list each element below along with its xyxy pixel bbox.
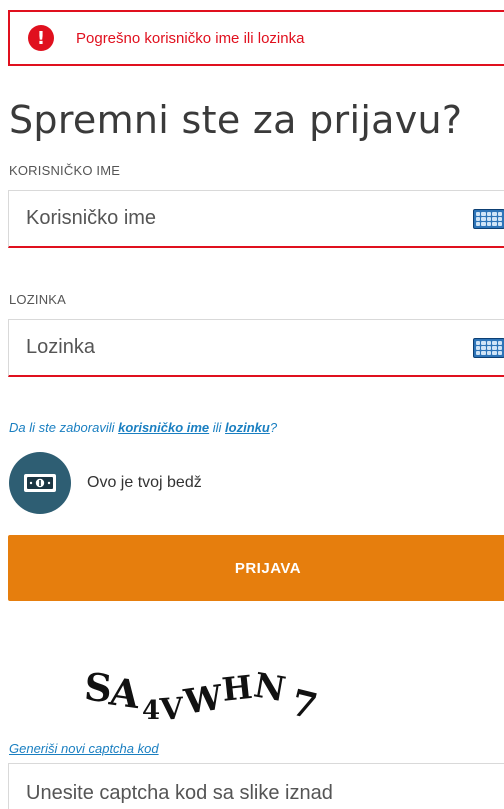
page-title: Spremni ste za prijavu?: [9, 98, 463, 142]
forgot-username-link[interactable]: korisničko ime: [118, 420, 209, 435]
exclamation-icon: !: [28, 25, 54, 51]
forgot-password-link[interactable]: lozinku: [225, 420, 270, 435]
password-label: LOZINKA: [9, 292, 67, 307]
svg-text:H: H: [220, 668, 254, 709]
username-input[interactable]: [26, 207, 446, 230]
error-alert: ! Pogrešno korisničko ime ili lozinka: [8, 10, 504, 66]
username-label: KORISNIČKO IME: [9, 163, 121, 178]
username-field-container: [8, 190, 504, 248]
forgot-credentials-text: Da li ste zaboravili korisničko ime ili …: [9, 420, 277, 435]
refresh-captcha-link[interactable]: Generiši novi captcha kod: [9, 741, 159, 756]
login-button[interactable]: PRIJAVA: [8, 535, 504, 601]
badge-text: Ovo je tvoj bedž: [87, 474, 202, 491]
virtual-keyboard-icon[interactable]: [473, 338, 504, 358]
virtual-keyboard-icon[interactable]: [473, 209, 504, 229]
svg-text:N: N: [251, 666, 289, 711]
forgot-middle: ili: [209, 420, 226, 435]
forgot-prefix: Da li ste zaboravili: [9, 420, 119, 435]
badge-row: Ovo je tvoj bedž: [9, 452, 202, 514]
captcha-field-container: [8, 763, 504, 809]
svg-text:4: 4: [142, 696, 160, 726]
badge-cash-icon: [9, 452, 71, 514]
captcha-image: S A 4 V W H N 7: [83, 664, 322, 729]
captcha-input[interactable]: [26, 781, 446, 805]
password-input[interactable]: [26, 336, 446, 359]
svg-text:V: V: [158, 691, 185, 728]
error-message: Pogrešno korisničko ime ili lozinka: [76, 29, 305, 47]
svg-text:W: W: [181, 678, 226, 723]
password-field-container: [8, 319, 504, 377]
svg-text:7: 7: [287, 681, 321, 728]
svg-text:A: A: [106, 668, 143, 717]
forgot-suffix: ?: [269, 420, 278, 435]
